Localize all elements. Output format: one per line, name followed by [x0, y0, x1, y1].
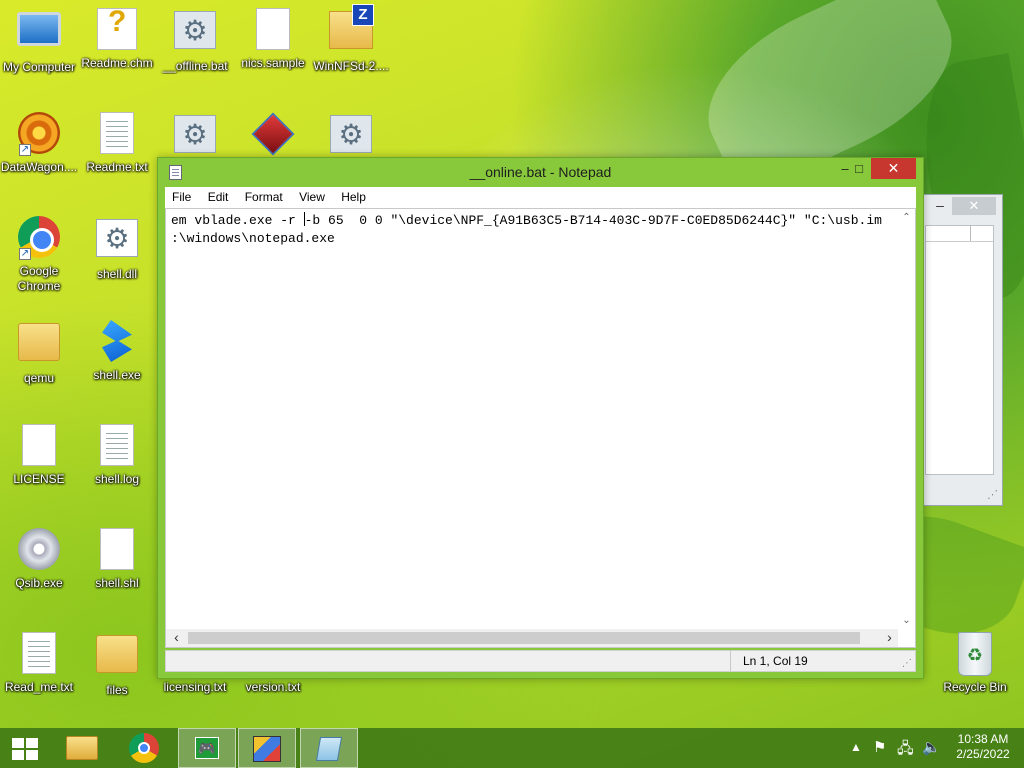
- clock-time: 10:38 AM: [957, 732, 1009, 746]
- exe-icon: [102, 320, 132, 362]
- batch-file-icon: [330, 115, 372, 153]
- menu-format[interactable]: Format: [238, 187, 289, 204]
- desktop-icon-cube-app[interactable]: [234, 112, 312, 163]
- resize-grip-icon[interactable]: ⋰: [987, 488, 998, 501]
- desktop-icon-batch-2[interactable]: [156, 112, 234, 163]
- background-window-close-button[interactable]: ✕: [952, 197, 996, 215]
- background-window-titlebar[interactable]: – ✕: [922, 195, 1002, 219]
- clock[interactable]: 10:38 AM 2/25/2022: [948, 732, 1018, 762]
- taskbar-file-explorer[interactable]: [56, 728, 108, 768]
- computer-icon: [17, 12, 61, 46]
- desktop-icon-shell-exe[interactable]: shell.exe: [78, 320, 156, 383]
- cube-app-icon: [251, 112, 295, 156]
- background-window-list-header[interactable]: [926, 226, 993, 242]
- start-button[interactable]: [0, 728, 52, 768]
- desktop-icon-read-me[interactable]: Read_me.txt: [0, 632, 78, 695]
- desktop-icon-batch-3[interactable]: [312, 112, 390, 163]
- windows-logo-icon: [12, 738, 38, 760]
- line-1-start: em vblade.exe -r: [171, 213, 304, 228]
- desktop-icon-datawagon[interactable]: ↗ DataWagon....: [0, 112, 78, 175]
- notepad-icon: [315, 737, 343, 761]
- menu-file[interactable]: File: [165, 187, 197, 204]
- text-editor[interactable]: em vblade.exe -r -b 65 0 0 "\device\NPF_…: [165, 208, 916, 648]
- taskbar-xbox-app[interactable]: 🎮: [178, 728, 236, 768]
- desktop-icon-winnfsd[interactable]: WinNFSd-2....: [312, 4, 390, 74]
- desktop-icon-offline-bat[interactable]: __offline.bat: [156, 8, 234, 74]
- background-window-list[interactable]: [925, 225, 994, 475]
- zip-folder-icon: [329, 4, 374, 49]
- window-title: __online.bat - Notepad: [469, 164, 612, 180]
- disc-icon: [18, 528, 60, 570]
- desktop-icon-shell-dll[interactable]: shell.dll: [78, 216, 156, 282]
- menu-view[interactable]: View: [292, 187, 331, 204]
- desktop-icon-shell-log[interactable]: shell.log: [78, 424, 156, 487]
- folder-icon: [96, 635, 138, 673]
- recycle-bin-icon: [958, 632, 992, 676]
- file-icon: [22, 424, 56, 466]
- taskbar: 🎮 ▲ ⚑ 🖧 🔈 10:38 AM 2/25/2022: [0, 728, 1024, 768]
- action-center-icon[interactable]: ⚑: [873, 738, 886, 756]
- menu-help[interactable]: Help: [334, 187, 372, 204]
- dll-file-icon: [96, 219, 138, 257]
- desktop-icon-shell-shl[interactable]: shell.shl: [78, 528, 156, 591]
- taskbar-shapes-app[interactable]: [238, 728, 296, 768]
- shortcut-arrow-icon: ↗: [19, 144, 31, 156]
- desktop-icon-files[interactable]: files: [78, 632, 156, 698]
- file-icon: [256, 8, 290, 50]
- text-file-icon: [100, 424, 134, 466]
- batch-file-icon: [174, 11, 216, 49]
- file-icon: [100, 528, 134, 570]
- file-explorer-icon: [66, 736, 98, 760]
- batch-file-icon: [174, 115, 216, 153]
- help-file-icon: [97, 5, 137, 50]
- taskbar-notepad[interactable]: [300, 728, 358, 768]
- notepad-window[interactable]: __online.bat - Notepad – □ ✕ File Edit F…: [157, 157, 924, 679]
- line-2: :\windows\notepad.exe: [171, 231, 335, 246]
- shortcut-arrow-icon: ↗: [19, 248, 31, 260]
- editor-content[interactable]: em vblade.exe -r -b 65 0 0 "\device\NPF_…: [171, 212, 895, 248]
- desktop-icon-readme-txt[interactable]: Readme.txt: [78, 112, 156, 175]
- shapes-app-icon: [253, 736, 281, 762]
- horizontal-scroll-thumb[interactable]: [188, 632, 860, 644]
- text-file-icon: [100, 112, 134, 154]
- vertical-scrollbar[interactable]: ⌃ ⌄: [898, 209, 915, 629]
- taskbar-google-chrome[interactable]: [118, 728, 170, 768]
- desktop-icon-qemu[interactable]: qemu: [0, 320, 78, 386]
- scroll-down-icon[interactable]: ⌄: [898, 612, 915, 629]
- folder-icon: [18, 323, 60, 361]
- scroll-left-icon[interactable]: ‹: [168, 629, 185, 647]
- text-file-icon: [22, 632, 56, 674]
- desktop-icon-recycle-bin[interactable]: Recycle Bin: [936, 632, 1014, 695]
- background-window[interactable]: – ✕ ⋰: [921, 194, 1003, 506]
- close-button[interactable]: ✕: [871, 158, 916, 179]
- horizontal-scrollbar[interactable]: ‹ ›: [166, 629, 898, 647]
- xbox-app-icon: 🎮: [195, 737, 219, 759]
- volume-icon[interactable]: 🔈: [922, 738, 941, 756]
- desktop-icon-google-chrome[interactable]: ↗ Google Chrome: [0, 216, 78, 294]
- resize-grip-icon[interactable]: ⋰: [902, 658, 912, 669]
- menu-bar: File Edit Format View Help: [165, 187, 916, 208]
- maximize-button[interactable]: □: [846, 158, 872, 179]
- scroll-up-icon[interactable]: ⌃: [898, 209, 915, 226]
- show-hidden-icons[interactable]: ▲: [850, 740, 862, 754]
- clock-date: 2/25/2022: [956, 747, 1010, 761]
- scroll-right-icon[interactable]: ›: [881, 629, 898, 647]
- desktop-icon-nics-sample[interactable]: nics.sample: [234, 8, 312, 71]
- background-window-minimize-button[interactable]: –: [928, 197, 952, 215]
- cursor-position: Ln 1, Col 19: [730, 651, 808, 671]
- desktop-icon-readme-chm[interactable]: Readme.chm: [78, 5, 156, 71]
- line-1-end: -b 65 0 0 "\device\NPF_{A91B63C5-B714-40…: [304, 213, 882, 228]
- menu-edit[interactable]: Edit: [201, 187, 235, 204]
- desktop-icon-license[interactable]: LICENSE: [0, 424, 78, 487]
- notepad-titlebar[interactable]: __online.bat - Notepad – □ ✕: [158, 158, 923, 187]
- status-bar: Ln 1, Col 19 ⋰: [165, 650, 916, 672]
- network-icon[interactable]: 🖧: [897, 738, 914, 763]
- desktop-icon-qsib[interactable]: Qsib.exe: [0, 528, 78, 591]
- desktop-icon-my-computer[interactable]: My Computer: [0, 8, 78, 75]
